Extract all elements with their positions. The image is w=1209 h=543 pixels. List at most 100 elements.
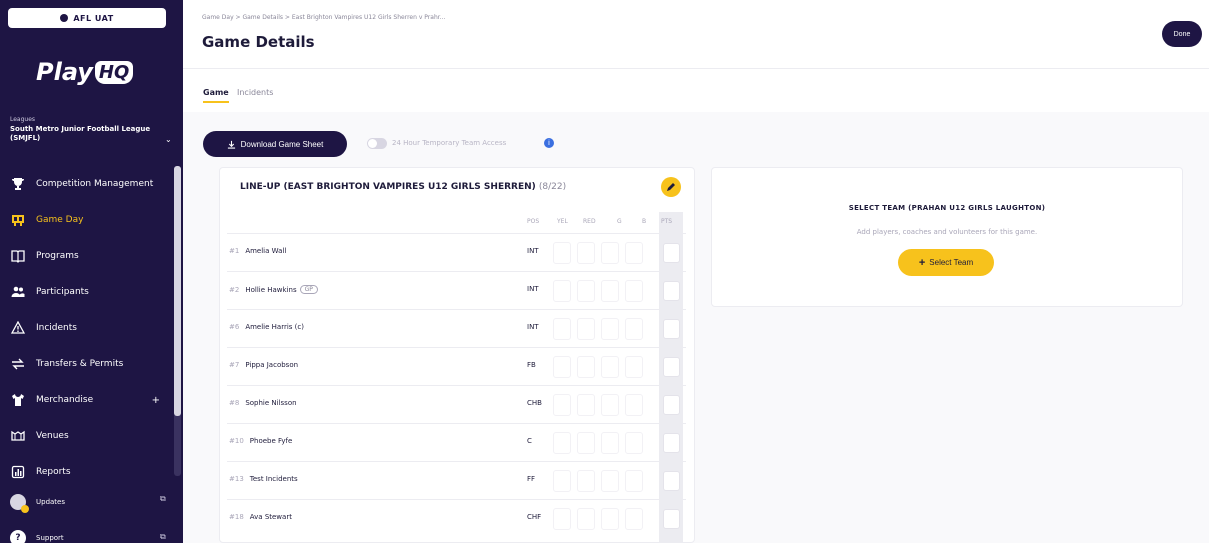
behinds-input[interactable]	[625, 508, 643, 530]
updates-label: Updates	[36, 498, 65, 506]
yellow-card-input[interactable]	[553, 470, 571, 492]
red-card-input[interactable]	[577, 280, 595, 302]
done-button[interactable]: Done	[1162, 21, 1202, 47]
behinds-input[interactable]	[625, 470, 643, 492]
table-row[interactable]: #10 Phoebe Fyfe C	[227, 423, 686, 461]
edit-lineup-button[interactable]	[661, 177, 681, 197]
red-card-input[interactable]	[577, 242, 595, 264]
tab-incidents[interactable]: Incidents	[237, 88, 273, 97]
sidebar-item-reports[interactable]: Reports	[0, 454, 174, 490]
table-row[interactable]: #2 Hollie Hawkins GP INT	[227, 271, 686, 309]
yellow-card-input[interactable]	[553, 394, 571, 416]
player-number: #13	[229, 475, 244, 483]
sidebar-item-label: Incidents	[36, 323, 77, 333]
behinds-input[interactable]	[625, 394, 643, 416]
select-team-title: SELECT TEAM (PRAHAN U12 GIRLS LAUGHTON)	[848, 204, 1046, 212]
transfer-icon	[10, 356, 26, 372]
red-card-input[interactable]	[577, 394, 595, 416]
yellow-card-input[interactable]	[553, 242, 571, 264]
info-icon[interactable]: i	[544, 138, 554, 148]
points-input[interactable]	[663, 433, 680, 453]
table-row[interactable]: #7 Pippa Jacobson FB	[227, 347, 686, 385]
points-input[interactable]	[663, 357, 680, 377]
environment-badge: AFL UAT	[8, 8, 166, 28]
sidebar-item-merchandise[interactable]: Merchandise +	[0, 382, 174, 418]
table-row[interactable]: #13 Test Incidents FF	[227, 461, 686, 499]
table-row[interactable]: #1 Amelia Wall INT	[227, 233, 686, 271]
sidebar-item-programs[interactable]: Programs	[0, 238, 174, 274]
sidebar-item-venues[interactable]: Venues	[0, 418, 174, 454]
expand-plus-icon[interactable]: +	[152, 395, 160, 406]
points-input[interactable]	[663, 319, 680, 339]
points-input[interactable]	[663, 281, 680, 301]
red-card-input[interactable]	[577, 318, 595, 340]
red-card-input[interactable]	[577, 508, 595, 530]
red-card-input[interactable]	[577, 432, 595, 454]
player-number: #2	[229, 285, 240, 294]
org-switcher[interactable]: South Metro Junior Football League (SMJF…	[10, 125, 160, 143]
goals-input[interactable]	[601, 432, 619, 454]
yellow-card-input[interactable]	[553, 280, 571, 302]
select-team-card	[711, 167, 1183, 307]
shirt-icon	[10, 392, 26, 408]
player-number: #1	[229, 247, 240, 255]
select-team-label: Select Team	[929, 258, 974, 267]
behinds-input[interactable]	[625, 432, 643, 454]
points-input[interactable]	[663, 509, 680, 529]
table-row[interactable]: #6 Amelie Harris (c) INT	[227, 309, 686, 347]
sidebar-scrollbar[interactable]	[174, 166, 181, 476]
sidebar-item-transfers-permits[interactable]: Transfers & Permits	[0, 346, 174, 382]
tab-game[interactable]: Game	[203, 88, 229, 97]
breadcrumb[interactable]: Game Day > Game Details > East Brighton …	[202, 14, 445, 21]
sidebar-scroll-thumb[interactable]	[174, 166, 181, 416]
goals-input[interactable]	[601, 280, 619, 302]
download-game-sheet-button[interactable]: Download Game Sheet	[203, 131, 347, 157]
player-name: Amelie Harris (c)	[245, 323, 304, 331]
red-card-input[interactable]	[577, 356, 595, 378]
goals-input[interactable]	[601, 242, 619, 264]
points-input[interactable]	[663, 471, 680, 491]
player-position: FB	[527, 361, 536, 369]
goals-input[interactable]	[601, 394, 619, 416]
playhq-logo[interactable]: Play HQ	[36, 52, 134, 92]
sidebar-item-incidents[interactable]: Incidents	[0, 310, 174, 346]
player-name: Pippa Jacobson	[245, 361, 299, 369]
yellow-card-input[interactable]	[553, 318, 571, 340]
report-icon	[10, 464, 26, 480]
sidebar: AFL UAT Play HQ Leagues South Metro Juni…	[0, 0, 183, 543]
behinds-input[interactable]	[625, 356, 643, 378]
sidebar-item-competition-management[interactable]: Competition Management	[0, 166, 174, 202]
points-input[interactable]	[663, 243, 680, 263]
player-name-cell: #8 Sophie Nilsson	[229, 399, 297, 407]
sidebar-item-updates[interactable]: Updates	[10, 494, 65, 513]
goals-input[interactable]	[601, 508, 619, 530]
points-input[interactable]	[663, 395, 680, 415]
table-row[interactable]: #18 Ava Stewart CHF	[227, 499, 686, 537]
chevron-down-icon[interactable]: ⌄	[165, 135, 172, 144]
player-position: CHB	[527, 399, 542, 407]
behinds-input[interactable]	[625, 242, 643, 264]
yellow-card-input[interactable]	[553, 432, 571, 454]
goals-input[interactable]	[601, 470, 619, 492]
plus-icon: +	[918, 256, 926, 269]
player-position: INT	[527, 285, 539, 293]
sidebar-item-label: Programs	[36, 251, 79, 261]
temporary-team-access-toggle[interactable]	[367, 138, 387, 149]
sidebar-item-support[interactable]: ? Support	[10, 530, 64, 543]
table-row[interactable]: #8 Sophie Nilsson CHB	[227, 385, 686, 423]
goals-input[interactable]	[601, 318, 619, 340]
goals-input[interactable]	[601, 356, 619, 378]
sidebar-item-participants[interactable]: Participants	[0, 274, 174, 310]
player-position: C	[527, 437, 532, 445]
sidebar-item-game-day[interactable]: Game Day	[0, 202, 174, 238]
select-team-button[interactable]: + Select Team	[898, 249, 994, 276]
trophy-icon	[10, 176, 26, 192]
yellow-card-input[interactable]	[553, 356, 571, 378]
player-position: INT	[527, 323, 539, 331]
behinds-input[interactable]	[625, 318, 643, 340]
behinds-input[interactable]	[625, 280, 643, 302]
player-name-cell: #10 Phoebe Fyfe	[229, 437, 292, 445]
yellow-card-input[interactable]	[553, 508, 571, 530]
red-card-input[interactable]	[577, 470, 595, 492]
help-icon: ?	[10, 530, 26, 543]
